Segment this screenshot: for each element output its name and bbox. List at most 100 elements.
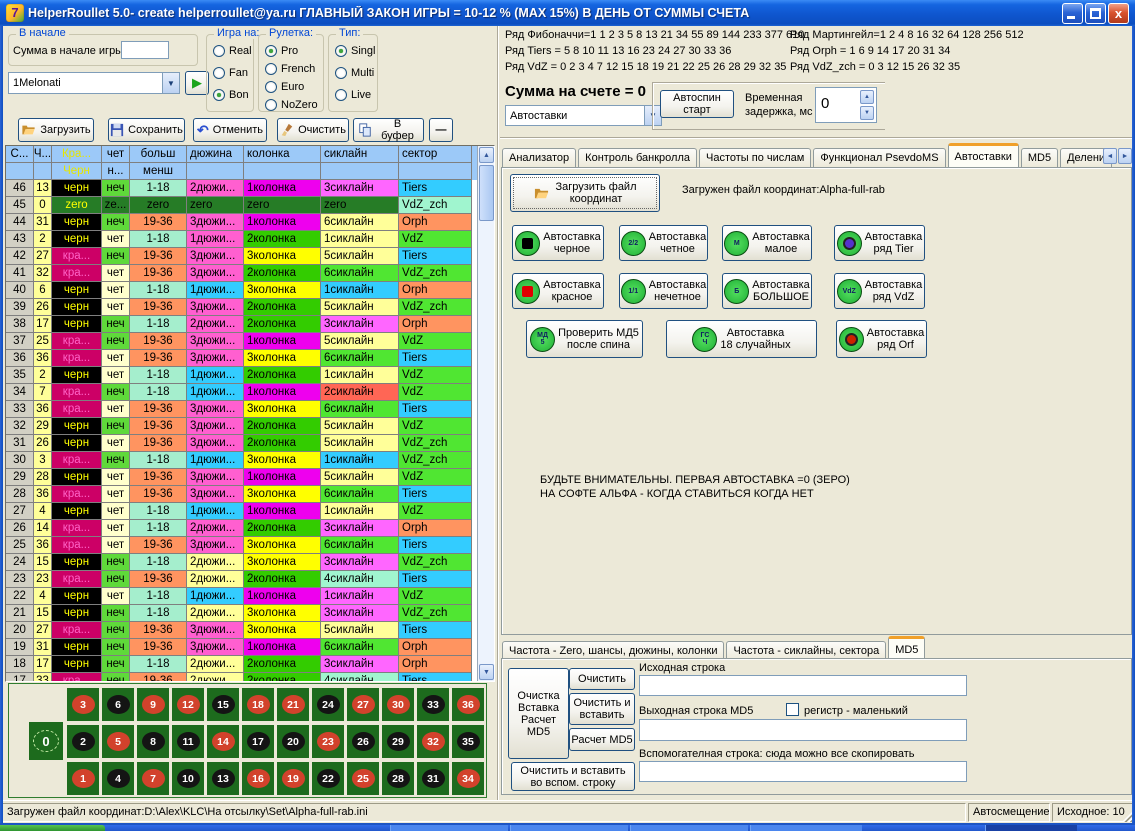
table-cell[interactable]: черн [52, 282, 102, 299]
table-cell[interactable]: кра... [52, 401, 102, 418]
table-cell[interactable]: 6сиклайн [321, 214, 399, 231]
table-row[interactable]: 352чернчет1-181дюжи...2колонка1сиклайнVd… [6, 367, 477, 384]
spin-index-cell[interactable]: 20 [6, 622, 34, 639]
table-cell[interactable]: чет [102, 401, 130, 418]
chevron-down-icon[interactable]: ▼ [162, 73, 179, 93]
table-cell[interactable]: Orph [399, 656, 472, 673]
spin-index-cell[interactable]: 34 [6, 384, 34, 401]
tab-функционал-psevdoms[interactable]: Функционал PsevdoMS [813, 148, 945, 168]
spin-number-cell[interactable]: 15 [34, 554, 52, 571]
table-header-cell[interactable] [187, 163, 244, 180]
roulette-number-cell[interactable]: 16 [242, 762, 274, 795]
autobet-button-md5[interactable]: МД 5Проверить МД5 после спина [526, 320, 643, 358]
table-cell[interactable]: 4сиклайн [321, 673, 399, 681]
table-header-cell[interactable]: сиклайн [321, 146, 399, 163]
taskbar-button[interactable] [390, 825, 508, 831]
table-cell[interactable]: черн [52, 299, 102, 316]
radio-icon[interactable] [335, 89, 347, 101]
autobet-button-gsch[interactable]: ГС ЧАвтоставка 18 случайных [666, 320, 817, 358]
spin-index-cell[interactable]: 23 [6, 571, 34, 588]
table-cell[interactable]: 2дюжи... [187, 673, 244, 681]
table-cell[interactable]: неч [102, 673, 130, 681]
roulette-number-cell[interactable]: 3 [67, 688, 99, 721]
table-cell[interactable]: 1дюжи... [187, 452, 244, 469]
table-cell[interactable]: 2колонка [244, 367, 321, 384]
table-cell[interactable]: неч [102, 248, 130, 265]
table-cell[interactable]: 19-36 [130, 265, 187, 282]
close-button[interactable]: x [1108, 3, 1129, 24]
table-cell[interactable]: кра... [52, 673, 102, 681]
spin-index-cell[interactable]: 38 [6, 316, 34, 333]
table-cell[interactable]: 5сиклайн [321, 418, 399, 435]
table-cell[interactable]: 3дюжи... [187, 350, 244, 367]
table-cell[interactable]: 1-18 [130, 605, 187, 622]
table-cell[interactable]: 3колонка [244, 622, 321, 639]
table-cell[interactable]: черн [52, 503, 102, 520]
autobet-button-even[interactable]: 2/2Автоставка четное [619, 225, 708, 261]
table-cell[interactable]: VdZ [399, 333, 472, 350]
table-row[interactable]: 2836кра...чет19-363дюжи...3колонка6сикла… [6, 486, 477, 503]
table-row[interactable]: 432чернчет1-181дюжи...2колонка1сиклайнVd… [6, 231, 477, 248]
table-cell[interactable]: кра... [52, 486, 102, 503]
table-cell[interactable]: 1сиклайн [321, 588, 399, 605]
table-cell[interactable]: 3сиклайн [321, 656, 399, 673]
lowercase-checkbox[interactable] [786, 703, 799, 716]
table-header-cell[interactable]: С... [6, 146, 34, 163]
table-row[interactable]: 1733кра...неч19-362дюжи...2колонка4сикла… [6, 673, 477, 681]
table-cell[interactable]: 19-36 [130, 418, 187, 435]
table-cell[interactable]: чет [102, 503, 130, 520]
table-header-cell[interactable]: н... [102, 163, 130, 180]
spin-number-cell[interactable]: 2 [34, 231, 52, 248]
table-cell[interactable]: Tiers [399, 248, 472, 265]
table-cell[interactable]: VdZ [399, 384, 472, 401]
spin-number-cell[interactable]: 31 [34, 214, 52, 231]
table-cell[interactable]: zero [321, 197, 399, 214]
tab-контроль-банкролла[interactable]: Контроль банкролла [578, 148, 697, 168]
table-cell[interactable]: 3сиклайн [321, 316, 399, 333]
table-cell[interactable]: 1дюжи... [187, 367, 244, 384]
roulette-number-cell[interactable]: 15 [207, 688, 239, 721]
scroll-down-icon[interactable]: ▼ [479, 664, 494, 680]
table-cell[interactable]: 3колонка [244, 282, 321, 299]
spin-index-cell[interactable]: 42 [6, 248, 34, 265]
table-cell[interactable]: 5сиклайн [321, 248, 399, 265]
table-header-cell[interactable]: больш [130, 146, 187, 163]
radio-option-Euro[interactable]: Euro [265, 81, 304, 93]
md5-clear-paste-calc-button[interactable]: Очистка Вставка Расчет MD5 [508, 668, 569, 759]
radio-icon[interactable] [335, 45, 347, 57]
spin-number-cell[interactable]: 2 [34, 367, 52, 384]
table-cell[interactable]: 1сиклайн [321, 503, 399, 520]
table-header-cell[interactable]: менш [130, 163, 187, 180]
table-cell[interactable]: 3колонка [244, 554, 321, 571]
spin-number-cell[interactable]: 23 [34, 571, 52, 588]
spin-index-cell[interactable]: 17 [6, 673, 34, 681]
table-cell[interactable]: кра... [52, 248, 102, 265]
table-header-cell[interactable]: чет [102, 146, 130, 163]
table-cell[interactable]: 1-18 [130, 384, 187, 401]
table-cell[interactable]: 3колонка [244, 486, 321, 503]
spin-index-cell[interactable]: 29 [6, 469, 34, 486]
table-cell[interactable]: чет [102, 367, 130, 384]
table-row[interactable]: 3926чернчет19-363дюжи...2колонка5сиклайн… [6, 299, 477, 316]
spin-number-cell[interactable]: 36 [34, 537, 52, 554]
roulette-number-cell[interactable]: 12 [172, 688, 204, 721]
roulette-number-cell[interactable]: 18 [242, 688, 274, 721]
roulette-number-cell[interactable]: 2 [67, 725, 99, 758]
table-cell[interactable]: Tiers [399, 486, 472, 503]
table-row[interactable]: 4227кра...неч19-363дюжи...3колонка5сикла… [6, 248, 477, 265]
table-row[interactable]: 3229черннеч19-363дюжи...2колонка5сиклайн… [6, 418, 477, 435]
table-cell[interactable]: 6сиклайн [321, 401, 399, 418]
radio-icon[interactable] [213, 89, 225, 101]
table-cell[interactable]: 1-18 [130, 367, 187, 384]
table-cell[interactable]: 2колонка [244, 316, 321, 333]
spin-index-cell[interactable]: 25 [6, 537, 34, 554]
roulette-number-cell[interactable]: 24 [312, 688, 344, 721]
table-cell[interactable]: zero [52, 197, 102, 214]
spin-number-cell[interactable]: 27 [34, 622, 52, 639]
table-cell[interactable]: 19-36 [130, 299, 187, 316]
table-cell[interactable]: 1колонка [244, 180, 321, 197]
table-row[interactable]: 3725кра...неч19-363дюжи...1колонка5сикла… [6, 333, 477, 350]
roulette-number-cell[interactable]: 33 [417, 688, 449, 721]
roulette-number-cell[interactable]: 36 [452, 688, 484, 721]
radio-icon[interactable] [335, 67, 347, 79]
